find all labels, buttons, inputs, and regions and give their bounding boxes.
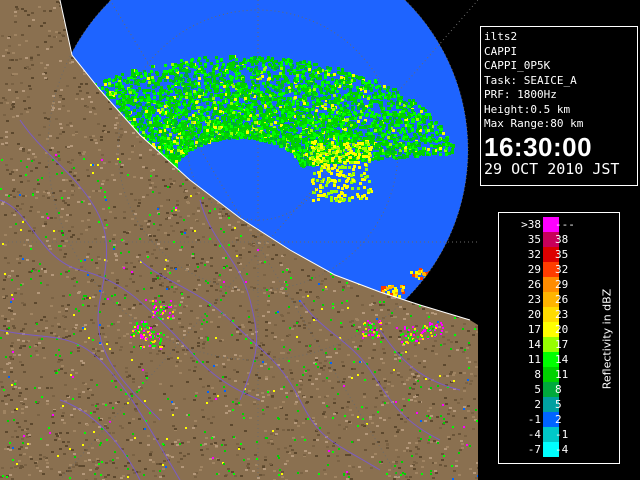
legend-high: 32 [555, 263, 569, 276]
legend-high: 2 [555, 413, 562, 426]
legend-low: 32 [527, 248, 541, 261]
legend-rows: >38 --- 35 38 32 35 29 32 26 29 23 26 20 23 17 20 14 17 11… [503, 217, 603, 457]
prf-label: PRF: 1800Hz [484, 88, 557, 101]
legend-row: -1 2 [503, 412, 603, 427]
legend-row: 23 26 [503, 292, 603, 307]
legend-high: 23 [555, 308, 569, 321]
legend-low: 5 [534, 383, 541, 396]
legend-row: >38 --- [503, 217, 603, 232]
product-type: CAPPI [484, 44, 518, 58]
task-label: Task: SEAICE_A [484, 73, 577, 87]
legend-row: 35 38 [503, 232, 603, 247]
legend-high: 17 [555, 338, 569, 351]
legend-high: --- [555, 218, 575, 231]
legend-high: 11 [555, 368, 569, 381]
legend-low: 20 [527, 308, 541, 321]
legend-high: 26 [555, 293, 569, 306]
legend-row: 20 23 [503, 307, 603, 322]
info-panel: ilts2 CAPPI CAPPI_0P5K Task: SEAICE_A PR… [480, 26, 638, 186]
height-label: Height:0.5 km [484, 102, 571, 116]
legend-low: -7 [527, 443, 541, 456]
legend-row: 11 14 [503, 352, 603, 367]
legend-low: 17 [527, 323, 541, 336]
max-range-label: Max Range:80 km [484, 117, 584, 130]
legend-row: 8 11 [503, 367, 603, 382]
legend-low: 26 [527, 278, 541, 291]
legend-high: 5 [555, 398, 562, 411]
radar-id: ilts2 [484, 30, 518, 43]
legend-high: 35 [555, 248, 569, 261]
legend-low: -4 [527, 428, 541, 441]
legend-low: 8 [534, 368, 541, 381]
legend-row: 32 35 [503, 247, 603, 262]
reflectivity-legend: >38 --- 35 38 32 35 29 32 26 29 23 26 20 23 17 20 14 17 11… [498, 212, 620, 464]
legend-row: -7 -4 [503, 442, 603, 457]
radar-map [0, 0, 478, 480]
observation-date: 29 OCT 2010 JST [484, 159, 620, 178]
legend-low: 14 [527, 338, 541, 351]
product-name: CAPPI_0P5K [484, 59, 551, 72]
legend-row: 29 32 [503, 262, 603, 277]
legend-low: 23 [527, 293, 541, 306]
legend-low: 29 [527, 263, 541, 276]
legend-row: 17 20 [503, 322, 603, 337]
legend-low: -1 [527, 413, 541, 426]
legend-row: -4 -1 [503, 427, 603, 442]
legend-high: -4 [555, 443, 569, 456]
legend-high: 8 [555, 383, 562, 396]
legend-row: 58 [503, 382, 603, 397]
legend-row: 26 29 [503, 277, 603, 292]
legend-low: 35 [527, 233, 541, 246]
legend-high: 38 [555, 233, 569, 246]
legend-low: >38 [521, 218, 541, 231]
legend-high: -1 [555, 428, 569, 441]
legend-row: 25 [503, 397, 603, 412]
legend-row: 14 17 [503, 337, 603, 352]
legend-unit-label: Reflectivity in dBZ [600, 288, 614, 390]
legend-high: 20 [555, 323, 569, 336]
legend-high: 14 [555, 353, 569, 366]
observation-time: 16:30:00 [484, 131, 593, 162]
legend-high: 29 [555, 278, 569, 291]
legend-low: 2 [534, 398, 541, 411]
legend-low: 11 [527, 353, 541, 366]
